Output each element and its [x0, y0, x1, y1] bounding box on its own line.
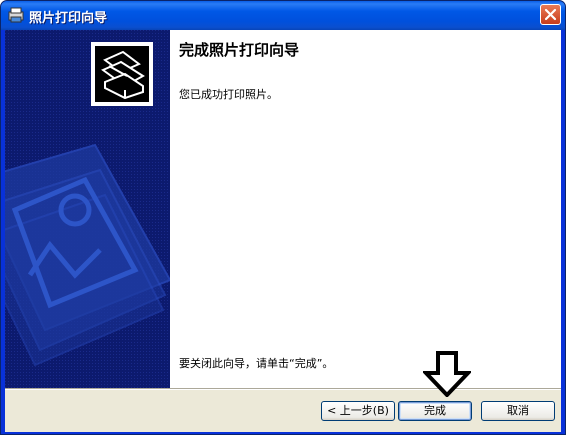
window-title: 照片打印向导: [29, 11, 108, 26]
dialog-client-area: 完成照片打印向导 您已成功打印照片。 要关闭此向导，请单击“完成”。 < 上一步…: [5, 30, 561, 432]
printer-photo-graphic: [5, 30, 170, 388]
button-divider: [5, 388, 561, 390]
wizard-app-icon: [8, 7, 24, 23]
close-x-icon: [544, 8, 557, 21]
close-instruction: 要关闭此向导，请单击“完成”。: [179, 357, 334, 370]
cancel-button[interactable]: 取消: [481, 401, 555, 421]
title-bar[interactable]: 照片打印向导: [1, 1, 565, 30]
wizard-side-panel: [5, 30, 170, 388]
finish-button[interactable]: 完成: [398, 401, 472, 421]
arrow-down-icon: [423, 351, 471, 397]
back-button[interactable]: < 上一步(B): [321, 401, 395, 421]
wizard-window: 照片打印向导 完成照片打印向导 您已成功打印照片。 要关闭此向导，请单击“完成”…: [0, 0, 566, 435]
close-button[interactable]: [540, 4, 561, 25]
success-message: 您已成功打印照片。: [179, 88, 278, 101]
wizard-content: 完成照片打印向导 您已成功打印照片。 要关闭此向导，请单击“完成”。: [170, 30, 561, 388]
page-title: 完成照片打印向导: [179, 41, 300, 59]
